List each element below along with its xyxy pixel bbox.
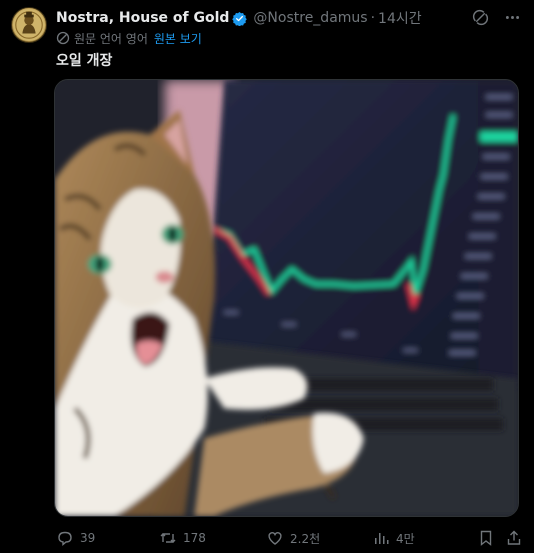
retweet-icon — [159, 529, 177, 547]
tweet-header: Nostra, House of Gold @Nostre_damus · 14… — [56, 8, 522, 28]
translation-notice-text: 원문 언어 영어 — [74, 31, 148, 46]
translation-notice: 원문 언어 영어 원본 보기 — [56, 30, 202, 46]
retweet-button[interactable]: 178 — [159, 528, 206, 548]
like-count: 2.2천 — [290, 531, 321, 546]
views-button[interactable]: 4만 — [372, 528, 415, 548]
cat-photo-icon — [55, 80, 518, 516]
author-avatar[interactable] — [11, 7, 47, 43]
header-actions — [470, 7, 522, 27]
reply-icon — [56, 529, 74, 547]
like-button[interactable]: 2.2천 — [266, 528, 320, 548]
analytics-icon — [372, 529, 390, 547]
tweet-timestamp[interactable]: 14시간 — [378, 8, 422, 28]
author-handle[interactable]: @Nostre_damus — [253, 10, 367, 26]
tweet-media-image[interactable] — [54, 79, 519, 517]
more-options-icon[interactable] — [502, 7, 522, 27]
avatar-portrait-icon — [12, 8, 46, 42]
translate-icon — [56, 31, 70, 45]
grok-icon[interactable] — [470, 7, 490, 27]
show-original-link[interactable]: 원본 보기 — [154, 30, 202, 47]
action-bar: 39 178 2.2천 4만 — [56, 528, 524, 548]
share-icon — [505, 529, 523, 547]
reply-button[interactable]: 39 — [56, 528, 95, 548]
separator-dot: · — [370, 10, 376, 26]
tweet-text: 오일 개장 — [56, 53, 113, 69]
heart-icon — [266, 529, 284, 547]
views-count: 4만 — [396, 531, 415, 546]
retweet-count: 178 — [183, 531, 206, 545]
author-name[interactable]: Nostra, House of Gold — [56, 10, 229, 26]
share-button[interactable] — [505, 528, 529, 548]
bookmark-icon — [477, 529, 495, 547]
verified-badge-icon — [232, 11, 248, 26]
bookmark-button[interactable] — [477, 528, 501, 548]
reply-count: 39 — [80, 531, 96, 545]
